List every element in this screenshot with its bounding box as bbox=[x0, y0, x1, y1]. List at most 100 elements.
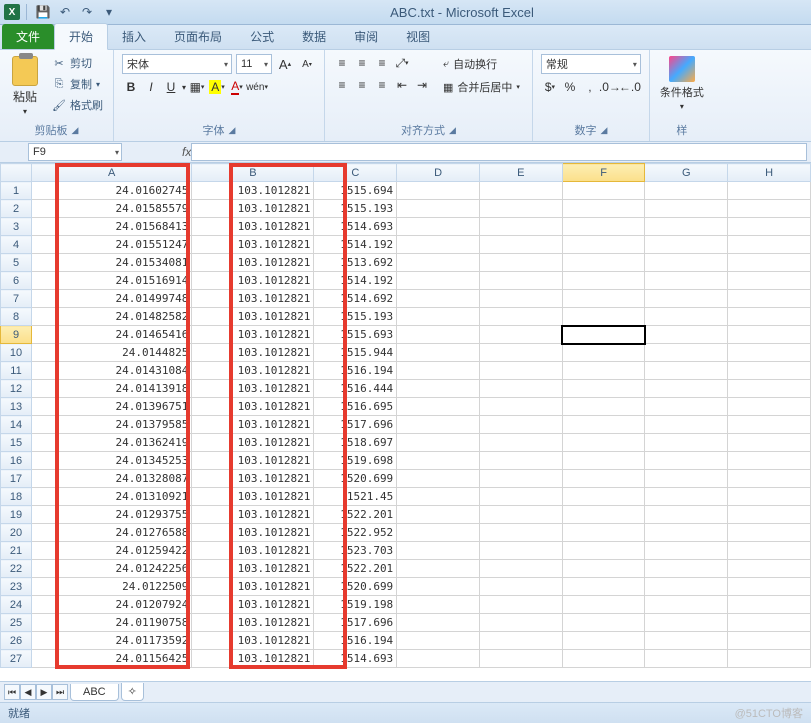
row-header[interactable]: 15 bbox=[1, 434, 32, 452]
cell[interactable] bbox=[479, 200, 562, 218]
cell[interactable]: 1517.696 bbox=[314, 416, 397, 434]
cell[interactable]: 103.1012821 bbox=[192, 650, 314, 668]
row-header[interactable]: 5 bbox=[1, 254, 32, 272]
cell[interactable] bbox=[645, 344, 728, 362]
col-header-B[interactable]: B bbox=[192, 164, 314, 182]
cell[interactable]: 103.1012821 bbox=[192, 272, 314, 290]
name-box[interactable]: F9▾ bbox=[28, 143, 122, 161]
conditional-format-button[interactable]: 条件格式 ▾ bbox=[658, 54, 706, 113]
cell[interactable]: 24.01534081 bbox=[32, 254, 192, 272]
tab-insert[interactable]: 插入 bbox=[108, 24, 160, 49]
cell[interactable]: 24.01156425 bbox=[32, 650, 192, 668]
copy-button[interactable]: ⎘复制▾ bbox=[50, 75, 105, 93]
cell[interactable] bbox=[479, 380, 562, 398]
cell[interactable] bbox=[728, 308, 811, 326]
currency-button[interactable]: $▾ bbox=[541, 78, 559, 96]
cell[interactable] bbox=[645, 182, 728, 200]
col-header-C[interactable]: C bbox=[314, 164, 397, 182]
spreadsheet-grid[interactable]: ABCDEFGH 124.01602745103.10128211515.694… bbox=[0, 163, 811, 670]
cell[interactable] bbox=[397, 182, 480, 200]
cell[interactable]: 103.1012821 bbox=[192, 308, 314, 326]
cell[interactable] bbox=[645, 650, 728, 668]
cell[interactable] bbox=[645, 308, 728, 326]
cell[interactable] bbox=[562, 542, 645, 560]
cell[interactable] bbox=[562, 200, 645, 218]
cell[interactable] bbox=[479, 632, 562, 650]
cell[interactable] bbox=[728, 542, 811, 560]
cell[interactable] bbox=[479, 182, 562, 200]
cell[interactable] bbox=[728, 632, 811, 650]
cell[interactable]: 103.1012821 bbox=[192, 488, 314, 506]
font-size-select[interactable]: 11▾ bbox=[236, 54, 272, 74]
cell[interactable] bbox=[645, 272, 728, 290]
align-bottom-button[interactable]: ≡ bbox=[373, 54, 391, 72]
cell[interactable] bbox=[562, 524, 645, 542]
cell[interactable] bbox=[562, 308, 645, 326]
cell[interactable] bbox=[397, 236, 480, 254]
cell[interactable] bbox=[728, 344, 811, 362]
row-header[interactable]: 10 bbox=[1, 344, 32, 362]
cell[interactable]: 1522.201 bbox=[314, 506, 397, 524]
cell[interactable] bbox=[479, 506, 562, 524]
cell[interactable] bbox=[562, 362, 645, 380]
cell[interactable] bbox=[397, 452, 480, 470]
cell[interactable] bbox=[728, 380, 811, 398]
row-header[interactable]: 16 bbox=[1, 452, 32, 470]
cell[interactable] bbox=[562, 632, 645, 650]
cell[interactable] bbox=[397, 308, 480, 326]
save-button[interactable]: 💾 bbox=[35, 4, 51, 20]
cell[interactable]: 1513.692 bbox=[314, 254, 397, 272]
cell[interactable] bbox=[479, 290, 562, 308]
cell[interactable]: 24.01551247 bbox=[32, 236, 192, 254]
cell[interactable]: 103.1012821 bbox=[192, 380, 314, 398]
decrease-decimal-button[interactable]: ←.0 bbox=[621, 78, 639, 96]
cell[interactable]: 24.01396751 bbox=[32, 398, 192, 416]
tab-file[interactable]: 文件 bbox=[2, 24, 54, 49]
cell[interactable] bbox=[645, 632, 728, 650]
cell[interactable]: 103.1012821 bbox=[192, 506, 314, 524]
row-header[interactable]: 12 bbox=[1, 380, 32, 398]
cell[interactable] bbox=[479, 596, 562, 614]
cell[interactable]: 103.1012821 bbox=[192, 218, 314, 236]
cell[interactable]: 24.01585579 bbox=[32, 200, 192, 218]
cell[interactable]: 1517.696 bbox=[314, 614, 397, 632]
cell[interactable] bbox=[562, 182, 645, 200]
cell[interactable] bbox=[397, 254, 480, 272]
cell[interactable]: 103.1012821 bbox=[192, 560, 314, 578]
cell[interactable]: 24.01173592 bbox=[32, 632, 192, 650]
cell[interactable]: 24.01568413 bbox=[32, 218, 192, 236]
cell[interactable]: 1522.952 bbox=[314, 524, 397, 542]
cell[interactable] bbox=[645, 452, 728, 470]
cell[interactable] bbox=[397, 632, 480, 650]
cell[interactable] bbox=[645, 470, 728, 488]
sheet-tab-abc[interactable]: ABC bbox=[70, 684, 119, 701]
row-header[interactable]: 21 bbox=[1, 542, 32, 560]
row-header[interactable]: 3 bbox=[1, 218, 32, 236]
cell[interactable] bbox=[645, 236, 728, 254]
cell[interactable]: 1520.699 bbox=[314, 470, 397, 488]
row-header[interactable]: 8 bbox=[1, 308, 32, 326]
orientation-button[interactable]: ⤢▾ bbox=[393, 54, 411, 72]
cell[interactable]: 103.1012821 bbox=[192, 398, 314, 416]
cell[interactable] bbox=[479, 362, 562, 380]
bold-button[interactable]: B bbox=[122, 78, 140, 96]
row-header[interactable]: 14 bbox=[1, 416, 32, 434]
row-header[interactable]: 26 bbox=[1, 632, 32, 650]
new-sheet-button[interactable]: ✧ bbox=[121, 683, 144, 701]
row-header[interactable]: 2 bbox=[1, 200, 32, 218]
cell[interactable] bbox=[645, 596, 728, 614]
cell[interactable]: 1515.193 bbox=[314, 308, 397, 326]
cell[interactable]: 1516.194 bbox=[314, 362, 397, 380]
number-format-select[interactable]: 常规▾ bbox=[541, 54, 641, 74]
cell[interactable]: 24.01242256 bbox=[32, 560, 192, 578]
cell[interactable] bbox=[728, 182, 811, 200]
cell[interactable]: 24.01602745 bbox=[32, 182, 192, 200]
cell[interactable] bbox=[562, 290, 645, 308]
cell[interactable]: 24.01276588 bbox=[32, 524, 192, 542]
cell[interactable] bbox=[728, 362, 811, 380]
wrap-text-button[interactable]: ⤶自动换行 bbox=[439, 54, 524, 74]
format-painter-button[interactable]: 🖌格式刷 bbox=[50, 96, 105, 114]
fill-color-button[interactable]: A▾ bbox=[208, 78, 226, 96]
col-header-F[interactable]: F bbox=[562, 164, 645, 182]
row-header[interactable]: 4 bbox=[1, 236, 32, 254]
